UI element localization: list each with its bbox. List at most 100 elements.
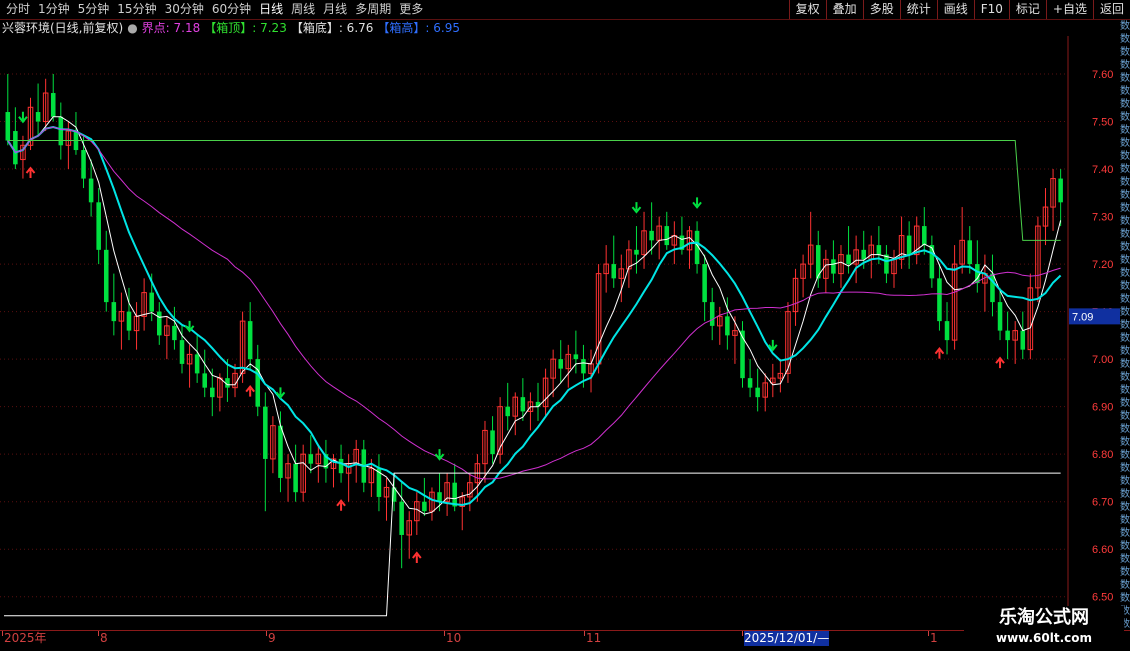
indicator-legend: 兴蓉环境(日线,前复权) ● 界点: 7.18 【箱顶】: 7.23 【箱底】:…: [2, 20, 464, 37]
right-strip-char: 数: [1120, 216, 1130, 227]
price-tick-label: 7.40: [1092, 164, 1113, 176]
period-tab-1[interactable]: 1分钟: [34, 0, 74, 19]
tool-button-6[interactable]: 标记: [1008, 0, 1046, 19]
right-strip-char: 数: [1120, 268, 1130, 279]
right-strip-char: 数: [1120, 281, 1130, 292]
date-label: 9: [268, 631, 276, 645]
date-label: 2025年: [4, 631, 47, 645]
period-tab-2[interactable]: 5分钟: [74, 0, 114, 19]
candle-body: [906, 235, 912, 255]
right-strip-char: 数: [1120, 320, 1130, 331]
stock-title[interactable]: 兴蓉环境(日线,前复权): [2, 20, 123, 37]
right-strip-char: 数: [1120, 528, 1130, 539]
settings-dot-icon[interactable]: ●: [127, 20, 137, 37]
candle-body: [505, 406, 510, 417]
candle-body: [111, 302, 117, 322]
right-strip-char: 数: [1120, 385, 1130, 396]
candle-body: [422, 501, 427, 512]
tool-button-7[interactable]: +自选: [1045, 0, 1093, 19]
right-strip-char: 数: [1120, 359, 1130, 370]
candle-body: [725, 316, 730, 336]
period-tab-4[interactable]: 30分钟: [161, 0, 208, 19]
candle-body: [157, 311, 162, 336]
candle-body: [308, 454, 314, 464]
date-label: 1: [930, 631, 938, 645]
right-strip-char: 数: [1120, 515, 1130, 526]
period-tab-7[interactable]: 周线: [287, 0, 319, 19]
period-tab-8[interactable]: 月线: [319, 0, 351, 19]
price-tick-label: 7.30: [1092, 212, 1113, 224]
candle-body: [179, 340, 185, 364]
buy-arrow-icon: [25, 166, 36, 179]
candle-body: [81, 150, 86, 179]
right-strip-char: 数: [1120, 580, 1130, 591]
candle-body: [5, 112, 11, 141]
candle-body: [1020, 330, 1026, 350]
candle-body: [338, 458, 344, 474]
candle-body: [399, 501, 404, 535]
candle-body: [937, 278, 942, 322]
period-tab-6[interactable]: 日线: [255, 0, 287, 19]
candle-body: [922, 226, 927, 246]
candle-body: [172, 325, 177, 341]
candle-body: [929, 245, 935, 279]
period-tab-10[interactable]: 更多: [395, 0, 427, 19]
right-strip-char: 数: [1120, 125, 1130, 136]
price-tick-label: 7.20: [1092, 259, 1113, 271]
right-strip-char: 数: [1120, 554, 1130, 565]
sell-arrow-icon: [18, 111, 28, 124]
period-tab-3[interactable]: 15分钟: [113, 0, 160, 19]
candle-body: [990, 273, 995, 303]
sell-arrow-icon: [692, 197, 702, 209]
candle-body: [278, 425, 283, 478]
ma-line-5: [7, 116, 1062, 515]
candle-body: [1058, 178, 1063, 203]
tool-button-0[interactable]: 复权: [788, 0, 826, 19]
date-tick: [266, 631, 267, 636]
tool-button-3[interactable]: 统计: [899, 0, 937, 19]
right-strip-char: 数: [1120, 99, 1130, 110]
period-tab-5[interactable]: 60分钟: [208, 0, 255, 19]
right-strip-char: 数: [1120, 307, 1130, 318]
right-strip-char: 数: [1120, 73, 1130, 84]
tool-button-2[interactable]: 多股: [862, 0, 900, 19]
right-strip-char: 数: [1120, 34, 1130, 45]
right-strip-char: 数: [1120, 398, 1130, 409]
candle-body: [202, 373, 207, 388]
watermark-title: 乐淘公式网: [999, 607, 1089, 628]
candle-body: [194, 354, 200, 374]
price-tick-label: 6.50: [1092, 592, 1113, 604]
tool-button-4[interactable]: 画线: [936, 0, 974, 19]
tool-button-5[interactable]: F10: [973, 0, 1009, 19]
candle-body: [50, 93, 56, 117]
right-strip-char: 数: [1120, 294, 1130, 305]
right-strip-char: 数: [1120, 489, 1130, 500]
candle-body: [861, 249, 866, 260]
candle-body: [293, 463, 298, 493]
sell-arrow-icon: [434, 449, 445, 461]
buy-arrow-icon: [245, 385, 255, 397]
tool-button-8[interactable]: 返回: [1092, 0, 1130, 19]
price-tick-label: 7.50: [1092, 117, 1113, 129]
ma-line-10: [6, 125, 1062, 507]
right-strip-char: 数: [1120, 411, 1130, 422]
xiangding-value: 【箱顶】: 7.23: [204, 21, 287, 35]
box-top-line: [7, 140, 1061, 241]
period-tab-0[interactable]: 分时: [2, 0, 34, 19]
box-bottom-line: [4, 472, 1061, 617]
period-tab-9[interactable]: 多周期: [351, 0, 395, 19]
right-strip-char: 数: [1120, 424, 1130, 435]
candle-body: [581, 359, 586, 374]
candle-body: [634, 249, 639, 255]
candle-body: [490, 430, 495, 455]
candle-body: [13, 131, 18, 165]
period-tabs: 分时 1分钟 5分钟 15分钟 30分钟 60分钟 日线 周线 月线 多周期 更多: [2, 0, 427, 19]
candlestick-chart[interactable]: 7.607.507.407.307.207.107.006.906.806.70…: [0, 36, 1120, 630]
right-strip-char: 数: [1120, 190, 1130, 201]
date-tick: [742, 631, 743, 636]
candle-body: [1005, 330, 1010, 341]
tool-button-1[interactable]: 叠加: [825, 0, 863, 19]
date-tick: [2, 631, 3, 636]
date-label: 10: [446, 631, 462, 645]
candle-body: [573, 354, 579, 360]
